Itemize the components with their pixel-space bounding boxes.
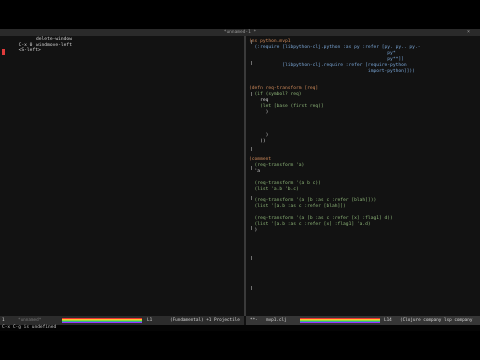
- nyan-progress-bar: [300, 318, 380, 323]
- mode-line-left[interactable]: 1 *unnamed* L1 (Fundamental) +1 Projecti…: [0, 316, 244, 325]
- fringe-marker: [251, 147, 255, 151]
- code-line: py*: [249, 50, 396, 56]
- major-mode: (Clojure company lsp company: [400, 318, 473, 323]
- code-line: )): [249, 139, 266, 145]
- code-line: (if (symbol? req): [249, 92, 302, 98]
- code-line: py**]]: [249, 56, 404, 62]
- which-key-row: <S-left>: [2, 43, 41, 60]
- fringe-marker: [251, 92, 255, 96]
- code-line: ): [249, 109, 269, 115]
- code-line: (req-transform '(a [b :as c :refer [x] :…: [249, 216, 393, 221]
- buffer-state: 1: [2, 318, 5, 323]
- fringe-marker: [251, 286, 255, 290]
- code-line: [libpython-clj.require :refer [require-p…: [249, 62, 407, 68]
- title-bar: *unnamed-1 * ×: [0, 29, 480, 36]
- fringe-marker: [251, 40, 255, 44]
- line-position: L1: [147, 318, 153, 323]
- mode-line-right[interactable]: **- mvp1.clj L14 (Clojure company lsp co…: [246, 316, 480, 325]
- major-mode: (Fundamental) +1 Projectile: [170, 318, 240, 323]
- code-line: import-python]])): [249, 68, 415, 74]
- code-line: (:require [libpython-clj.python :as py :…: [249, 44, 421, 50]
- code-line: (defn req-transform [req]: [249, 86, 319, 92]
- right-pane[interactable]: (ns python.mvp1 (:require [libpython-clj…: [246, 36, 480, 316]
- code-line: (list '[a.b :as c :refer [x] :flag1] 'a.…: [249, 221, 371, 227]
- code-line: (req-transform '(a b c)): [249, 180, 321, 186]
- close-icon[interactable]: ×: [467, 29, 470, 36]
- code-line: (req-transform '(a [b :as c :refer [blah…: [249, 198, 377, 204]
- left-pane[interactable]: C-x 0 delete-window <S-left> windmove-le…: [0, 36, 244, 316]
- fringe-marker: [251, 256, 255, 260]
- fringe-marker: [251, 61, 255, 65]
- buffer-name: mvp1.clj: [266, 318, 287, 323]
- fringe-marker: [251, 166, 255, 170]
- code-line: (let [base (first req)]: [249, 103, 324, 109]
- code-line: (ns python.mvp1: [249, 39, 291, 44]
- nyan-progress-bar: [62, 318, 142, 323]
- code-line: req: [249, 98, 269, 103]
- code-line: (list '[a.b :as c :refer [blah]]): [249, 204, 346, 210]
- line-position: L14: [384, 318, 392, 323]
- fringe-marker: [251, 226, 255, 230]
- fringe-marker: [251, 196, 255, 200]
- minibuffer[interactable]: C-x C-g is undefined: [0, 325, 480, 331]
- code-line: (comment: [249, 157, 272, 162]
- code-line: (req-transform 'a): [249, 162, 305, 168]
- window-title: *unnamed-1 *: [223, 30, 257, 35]
- code-line: (list 'a.b 'b.c): [249, 186, 299, 192]
- key-label: <S-left>: [18, 48, 41, 53]
- screen: *unnamed-1 * × C-x 0 delete-window <S-le…: [0, 0, 480, 360]
- buffer-name: *unnamed*: [18, 318, 42, 323]
- echo-message: C-x C-g is undefined: [2, 325, 57, 330]
- text-cursor: [2, 49, 5, 55]
- buffer-state: **-: [250, 318, 258, 323]
- key-desc: windmove-left: [36, 42, 72, 48]
